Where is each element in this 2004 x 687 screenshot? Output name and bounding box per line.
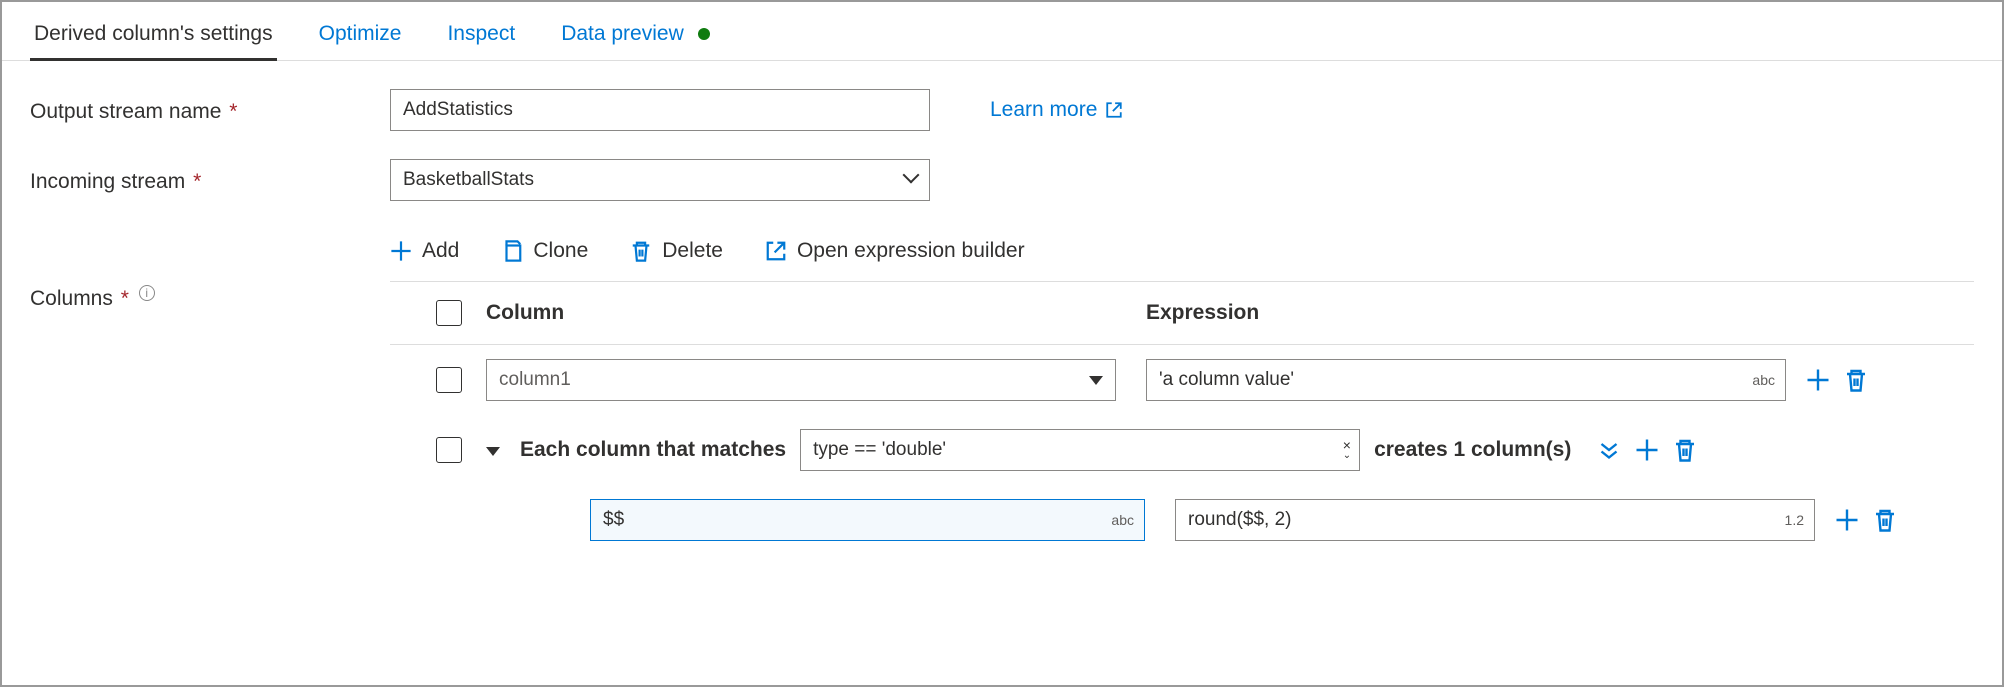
select-all-checkbox[interactable] xyxy=(436,300,462,326)
incoming-stream-label-text: Incoming stream xyxy=(30,170,185,193)
value-expr-text: round($$, 2) xyxy=(1188,509,1292,531)
output-stream-label-text: Output stream name xyxy=(30,100,221,123)
double-chevron-down-icon xyxy=(1597,438,1621,462)
expand-toggle-icon[interactable] xyxy=(486,440,500,461)
clone-label: Clone xyxy=(533,239,588,263)
expression-text: 'a column value' xyxy=(1159,369,1294,391)
name-expr-text: $$ xyxy=(603,509,624,531)
info-icon[interactable]: i xyxy=(139,285,155,301)
column-name-expression-input[interactable]: $$ abc xyxy=(590,499,1145,541)
columns-table-header: Column Expression xyxy=(390,282,1974,345)
type-badge: abc xyxy=(1752,372,1775,388)
header-expression: Expression xyxy=(1146,301,1974,325)
external-link-icon xyxy=(765,240,787,262)
row-checkbox[interactable] xyxy=(436,437,462,463)
pattern-suffix-label: creates 1 column(s) xyxy=(1374,438,1571,462)
table-row: Each column that matches type == 'double… xyxy=(390,415,1974,485)
incoming-stream-label: Incoming stream * xyxy=(30,166,390,194)
match-condition-input[interactable]: type == 'double' × ⌄ xyxy=(800,429,1360,471)
columns-label-text: Columns xyxy=(30,287,113,310)
learn-more-link[interactable]: Learn more xyxy=(990,98,1123,122)
tab-optimize[interactable]: Optimize xyxy=(315,14,406,60)
add-button[interactable]: Add xyxy=(390,239,459,263)
clear-and-expand-icon[interactable]: × ⌄ xyxy=(1343,440,1351,461)
required-asterisk-icon: * xyxy=(229,100,237,123)
incoming-stream-value: BasketballStats xyxy=(403,169,534,191)
tab-data-preview-label: Data preview xyxy=(561,22,684,45)
expand-columns-button[interactable] xyxy=(1597,438,1621,462)
value-expression-input[interactable]: round($$, 2) 1.2 xyxy=(1175,499,1815,541)
column-name-dropdown[interactable]: column1 xyxy=(486,359,1116,401)
plus-icon xyxy=(1635,438,1659,462)
type-badge: abc xyxy=(1111,512,1134,528)
delete-row-button[interactable] xyxy=(1844,368,1868,392)
delete-label: Delete xyxy=(662,239,723,263)
trash-icon xyxy=(1873,508,1897,532)
delete-row-button[interactable] xyxy=(1873,508,1897,532)
add-row-button[interactable] xyxy=(1806,368,1830,392)
delete-button[interactable]: Delete xyxy=(630,239,723,263)
expression-input[interactable]: 'a column value' abc xyxy=(1146,359,1786,401)
status-dot-icon xyxy=(698,28,710,40)
trash-icon xyxy=(1673,438,1697,462)
add-label: Add xyxy=(422,239,459,263)
learn-more-text: Learn more xyxy=(990,98,1097,122)
chevron-down-icon xyxy=(905,169,917,191)
delete-row-button[interactable] xyxy=(1673,438,1697,462)
header-column: Column xyxy=(486,301,1146,325)
table-row: $$ abc round($$, 2) 1.2 xyxy=(390,485,1974,555)
add-row-button[interactable] xyxy=(1835,508,1859,532)
incoming-stream-dropdown[interactable]: BasketballStats xyxy=(390,159,930,201)
columns-label: Columns * i xyxy=(30,229,390,311)
external-link-icon xyxy=(1105,101,1123,119)
plus-icon xyxy=(1806,368,1830,392)
trash-icon xyxy=(630,240,652,262)
output-stream-input[interactable] xyxy=(390,89,930,131)
plus-icon xyxy=(390,240,412,262)
columns-toolbar: Add Clone Delete Open expression builder xyxy=(390,229,1974,282)
required-asterisk-icon: * xyxy=(121,287,129,310)
open-builder-label: Open expression builder xyxy=(797,239,1025,263)
tab-settings[interactable]: Derived column's settings xyxy=(30,14,277,60)
clone-icon xyxy=(501,240,523,262)
tab-inspect[interactable]: Inspect xyxy=(443,14,519,60)
open-expression-builder-button[interactable]: Open expression builder xyxy=(765,239,1025,263)
triangle-down-icon xyxy=(1089,369,1103,391)
clone-button[interactable]: Clone xyxy=(501,239,588,263)
pattern-prefix-label: Each column that matches xyxy=(520,438,786,462)
required-asterisk-icon: * xyxy=(193,170,201,193)
row-checkbox[interactable] xyxy=(436,367,462,393)
type-badge: 1.2 xyxy=(1785,512,1804,528)
tab-data-preview[interactable]: Data preview xyxy=(557,14,713,60)
tab-bar: Derived column's settings Optimize Inspe… xyxy=(2,2,2002,61)
plus-icon xyxy=(1835,508,1859,532)
match-condition-text: type == 'double' xyxy=(813,439,946,461)
output-stream-label: Output stream name * xyxy=(30,96,390,124)
column-name-placeholder: column1 xyxy=(499,369,571,391)
trash-icon xyxy=(1844,368,1868,392)
table-row: column1 'a column value' abc xyxy=(390,345,1974,415)
add-row-button[interactable] xyxy=(1635,438,1659,462)
